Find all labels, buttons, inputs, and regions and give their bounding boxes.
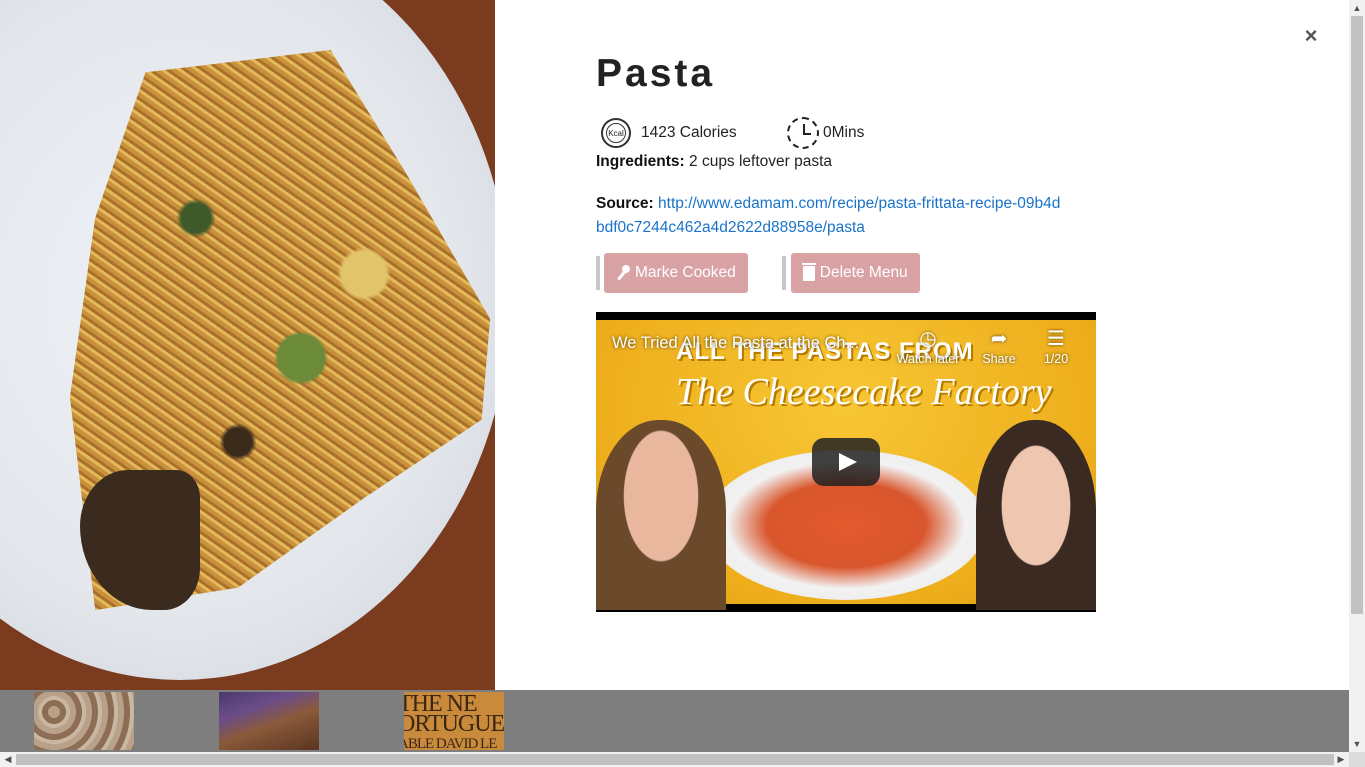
ingredients-label: Ingredients: bbox=[596, 153, 685, 170]
video-title[interactable]: We Tried All the Pasta at the Ch... bbox=[612, 334, 859, 353]
recipe-title: Pasta bbox=[596, 52, 716, 95]
recipe-actions: Marke Cooked Delete Menu bbox=[596, 253, 920, 293]
recipe-image bbox=[0, 0, 495, 690]
ingredients-value: 2 cups leftover pasta bbox=[689, 153, 833, 170]
playlist-button[interactable]: ☰ 1/20 bbox=[1026, 328, 1086, 366]
youtube-embed[interactable]: ALL THE PASTAS FROM The Cheesecake Facto… bbox=[596, 312, 1096, 612]
mark-cooked-label: Marke Cooked bbox=[635, 264, 736, 281]
clock-icon bbox=[787, 117, 819, 149]
background-page bbox=[0, 690, 1349, 752]
source-label: Source: bbox=[596, 195, 654, 212]
spoon-icon bbox=[616, 265, 630, 281]
thumbnail-text: ABLE DAVID LE bbox=[404, 736, 497, 750]
recipe-modal: Pasta × Kcal 1423 Calories 0Mins Ingredi… bbox=[0, 0, 1349, 690]
share-icon: ➦ bbox=[990, 328, 1008, 350]
recipe-meta: Kcal 1423 Calories 0Mins bbox=[601, 117, 864, 149]
scrollbar-thumb[interactable] bbox=[1351, 16, 1363, 614]
person-right bbox=[976, 420, 1096, 610]
share-label: Share bbox=[982, 352, 1016, 366]
scrollbar-corner bbox=[1349, 752, 1365, 767]
divider bbox=[781, 256, 786, 290]
scrollbar-thumb[interactable] bbox=[16, 754, 1334, 765]
calories-value: 1423 Calories bbox=[641, 124, 737, 141]
scroll-down-arrow-icon[interactable]: ▼ bbox=[1349, 736, 1365, 752]
play-button[interactable] bbox=[812, 438, 880, 486]
mark-cooked-button[interactable]: Marke Cooked bbox=[604, 253, 748, 293]
time-value: 0Mins bbox=[823, 124, 865, 141]
share-button[interactable]: ➦ Share bbox=[969, 328, 1029, 366]
thumbnail-text: ORTUGUES bbox=[404, 711, 504, 737]
playlist-label: 1/20 bbox=[1043, 352, 1069, 366]
close-icon[interactable]: × bbox=[1300, 24, 1322, 48]
clock-icon: ◷ bbox=[919, 328, 937, 350]
source-link[interactable]: http://www.edamam.com/recipe/pasta-fritt… bbox=[596, 195, 1060, 236]
calories-icon: Kcal bbox=[601, 118, 631, 148]
playlist-icon: ☰ bbox=[1047, 328, 1065, 350]
vertical-scrollbar[interactable]: ▲ ▼ bbox=[1349, 0, 1365, 752]
recipe-thumbnail[interactable] bbox=[34, 692, 134, 750]
scroll-up-arrow-icon[interactable]: ▲ bbox=[1349, 0, 1365, 16]
delete-menu-label: Delete Menu bbox=[819, 264, 908, 281]
trash-icon bbox=[801, 262, 816, 281]
ingredients: Ingredients: 2 cups leftover pasta bbox=[596, 153, 832, 171]
scroll-right-arrow-icon[interactable]: ▶ bbox=[1333, 752, 1349, 767]
video-brand-text: The Cheesecake Factory bbox=[676, 371, 1052, 413]
person-left bbox=[596, 420, 726, 610]
watch-later-button[interactable]: ◷ Watch later bbox=[896, 328, 960, 366]
source: Source: http://www.edamam.com/recipe/pas… bbox=[596, 192, 1066, 240]
delete-menu-button[interactable]: Delete Menu bbox=[790, 253, 920, 293]
horizontal-scrollbar[interactable]: ◀ ▶ bbox=[0, 752, 1349, 767]
watch-later-label: Watch later bbox=[896, 352, 960, 366]
recipe-thumbnail[interactable]: THE NE ORTUGUES ABLE DAVID LE bbox=[404, 692, 504, 750]
divider bbox=[596, 256, 600, 290]
recipe-thumbnail[interactable] bbox=[219, 692, 319, 750]
scroll-left-arrow-icon[interactable]: ◀ bbox=[0, 752, 16, 767]
